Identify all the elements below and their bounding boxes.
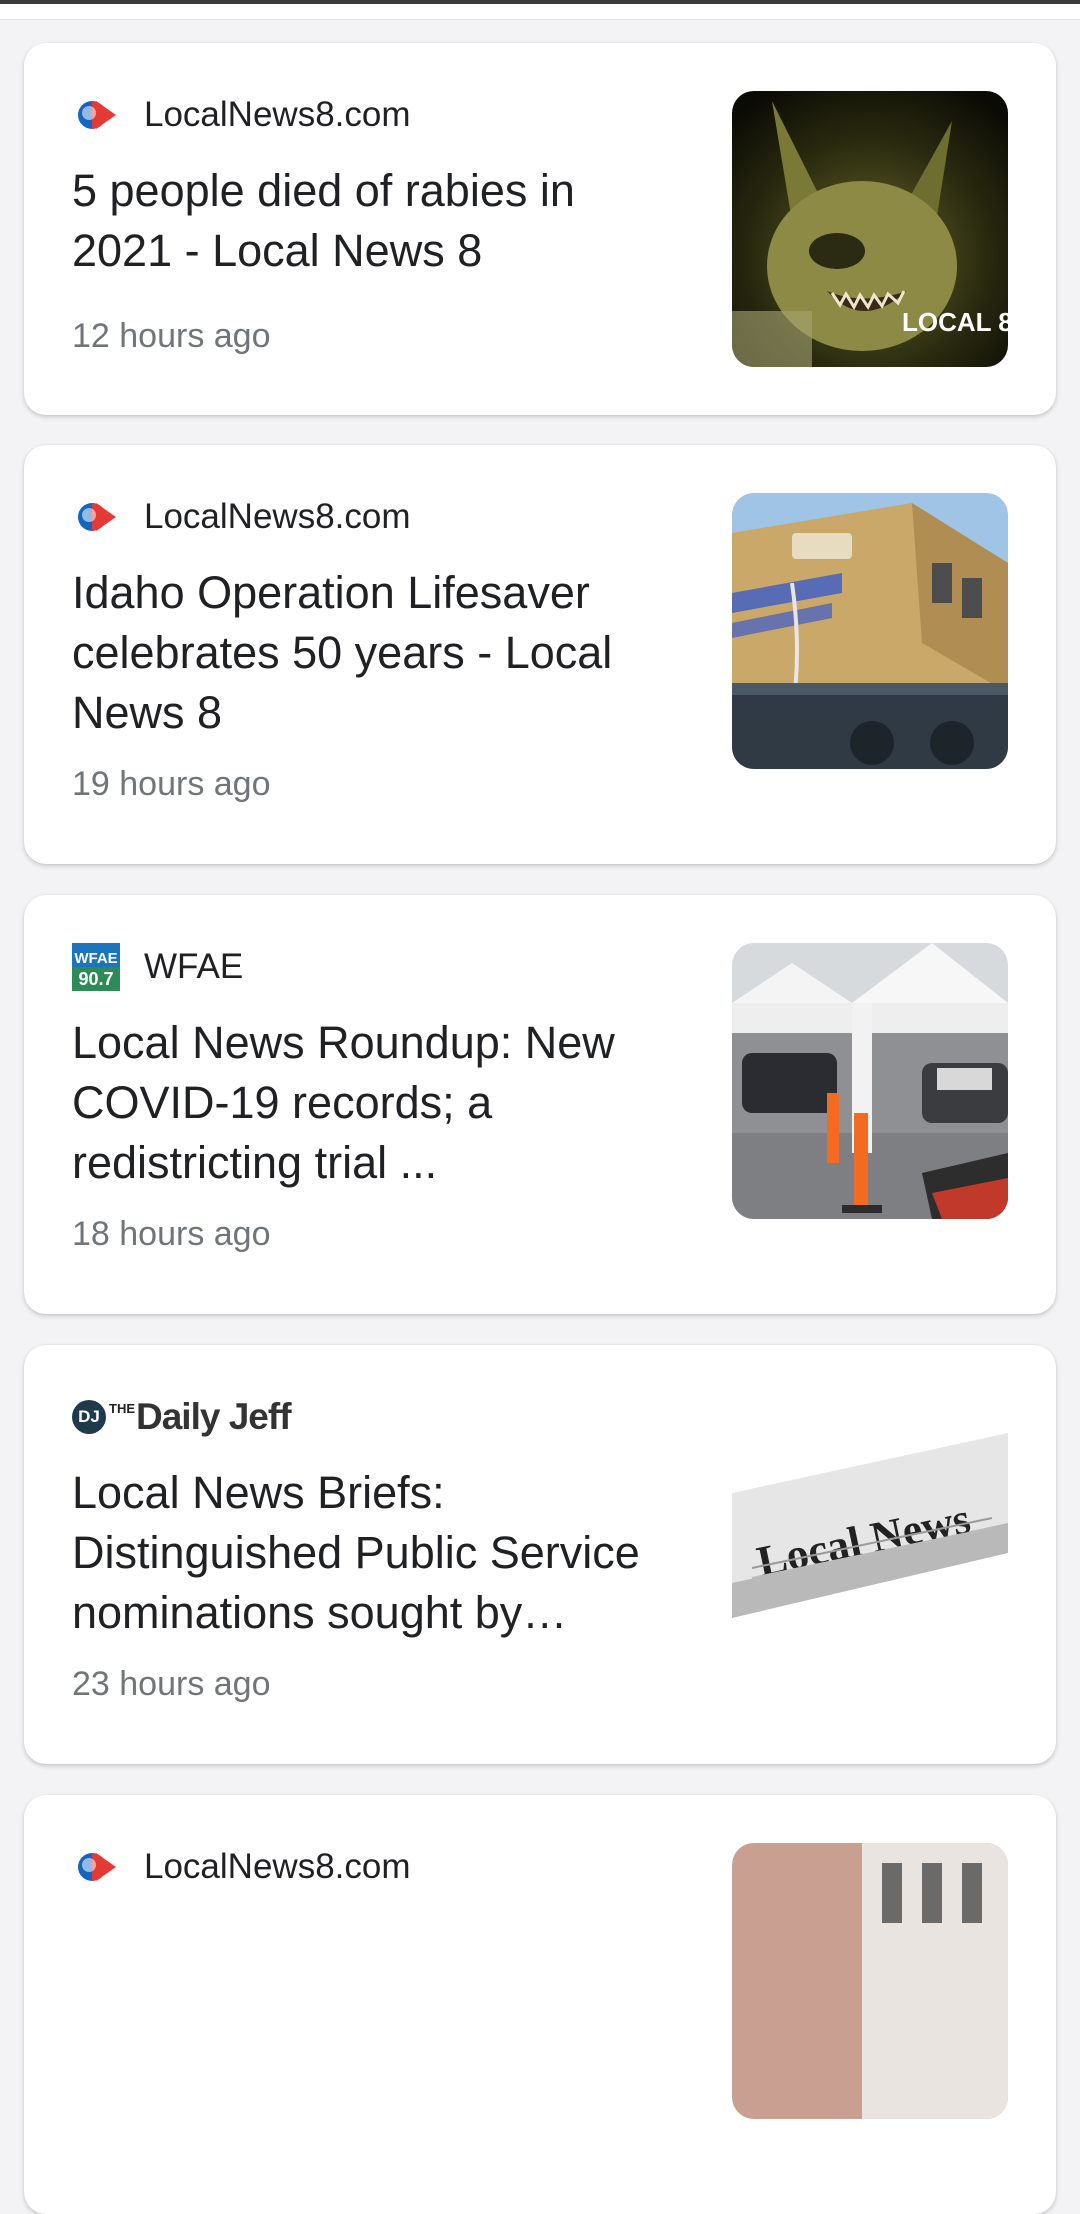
- headline[interactable]: Local News Roundup: New COVID-19 records…: [72, 1013, 682, 1193]
- bat-thumbnail[interactable]: LOCAL 8: [732, 91, 1008, 367]
- locomotive-thumbnail[interactable]: [732, 493, 1008, 769]
- headline[interactable]: Idaho Operation Lifesaver celebrates 50 …: [72, 563, 682, 743]
- source-row: DJ THE Daily Jeff: [72, 1393, 292, 1441]
- daily-jeff-prefix: THE: [109, 1401, 135, 1416]
- testing-site-thumbnail[interactable]: [732, 943, 1008, 1219]
- news-card[interactable]: WFAE 90.7 WFAE Local News Roundup: New C…: [24, 895, 1056, 1314]
- local8-watermark: LOCAL 8: [902, 307, 1008, 337]
- svg-text:90.7: 90.7: [78, 969, 113, 989]
- source-name: LocalNews8.com: [144, 497, 411, 536]
- localnews8-icon: [78, 101, 116, 129]
- daily-jeff-logo: DJ THE Daily Jeff: [72, 1393, 292, 1441]
- timestamp: 23 hours ago: [72, 1665, 271, 1703]
- source-row: LocalNews8.com: [72, 493, 411, 541]
- source-row: LocalNews8.com: [72, 1843, 411, 1891]
- source-name: LocalNews8.com: [144, 1847, 411, 1886]
- timestamp: 19 hours ago: [72, 765, 271, 803]
- localnews8-icon: [78, 503, 116, 531]
- top-edge: [0, 0, 1080, 20]
- news-card[interactable]: LocalNews8.com Idaho Operation Lifesaver…: [24, 445, 1056, 864]
- newspaper-thumbnail[interactable]: Local News: [732, 1393, 1008, 1669]
- news-card[interactable]: DJ THE Daily Jeff Local News Briefs: Dis…: [24, 1345, 1056, 1764]
- daily-jeff-mark: DJ: [72, 1400, 106, 1434]
- wfae-icon: WFAE 90.7: [72, 943, 120, 991]
- headline[interactable]: 5 people died of rabies in 2021 - Local …: [72, 161, 682, 281]
- timestamp: 12 hours ago: [72, 317, 271, 355]
- source-row: WFAE 90.7 WFAE: [72, 943, 243, 991]
- timestamp: 18 hours ago: [72, 1215, 271, 1253]
- source-row: LocalNews8.com: [72, 91, 411, 139]
- news-feed: LocalNews8.com 5 people died of rabies i…: [0, 0, 1080, 2214]
- svg-text:WFAE: WFAE: [74, 950, 117, 967]
- headline[interactable]: Local News Briefs: Distinguished Public …: [72, 1463, 682, 1643]
- news-card[interactable]: LocalNews8.com: [24, 1795, 1056, 2214]
- building-thumbnail[interactable]: [732, 1843, 1008, 2119]
- news-card[interactable]: LocalNews8.com 5 people died of rabies i…: [24, 43, 1056, 415]
- source-name: Daily Jeff: [136, 1396, 292, 1437]
- source-name: LocalNews8.com: [144, 95, 411, 134]
- localnews8-icon: [78, 1853, 116, 1881]
- source-name: WFAE: [144, 947, 244, 986]
